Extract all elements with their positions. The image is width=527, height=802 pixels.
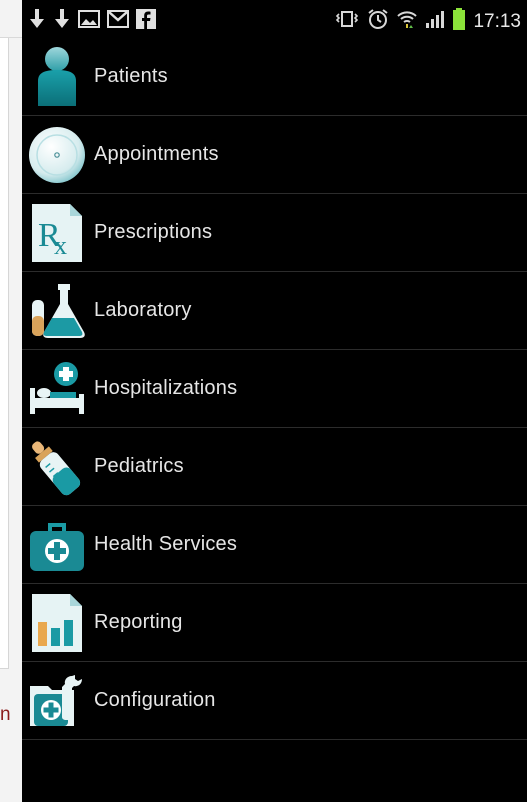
phone-screen: 17:13 Patients Appointments Rx Prescript… xyxy=(22,0,527,802)
alarm-icon xyxy=(367,8,389,35)
lab-flask-icon xyxy=(28,280,86,342)
notification-icons xyxy=(28,9,156,34)
signal-icon xyxy=(425,9,445,34)
main-menu: Patients Appointments Rx Prescriptions L… xyxy=(22,38,527,740)
baby-bottle-icon xyxy=(28,436,86,498)
menu-item-hospitalizations[interactable]: Hospitalizations xyxy=(22,350,527,428)
menu-item-label: Hospitalizations xyxy=(94,377,238,399)
facebook-icon xyxy=(136,9,156,34)
clock-icon xyxy=(28,124,86,186)
medical-kit-icon xyxy=(28,514,86,576)
vibrate-icon xyxy=(335,9,359,34)
svg-text:x: x xyxy=(54,231,67,260)
report-chart-icon xyxy=(28,592,86,654)
patient-icon xyxy=(28,46,86,108)
menu-item-label: Laboratory xyxy=(94,299,192,321)
background-panel xyxy=(0,38,9,669)
clock-time: 17:13 xyxy=(473,10,521,32)
menu-item-label: Health Services xyxy=(94,533,238,555)
menu-item-health-services[interactable]: Health Services xyxy=(22,506,527,584)
menu-item-pediatrics[interactable]: Pediatrics xyxy=(22,428,527,506)
settings-folder-icon xyxy=(28,670,86,732)
battery-icon xyxy=(453,8,466,35)
download-icon xyxy=(28,9,46,34)
menu-item-laboratory[interactable]: Laboratory xyxy=(22,272,527,350)
menu-item-reporting[interactable]: Reporting xyxy=(22,584,527,662)
menu-item-appointments[interactable]: Appointments xyxy=(22,116,527,194)
background-partial-text: n xyxy=(0,704,11,725)
menu-item-label: Configuration xyxy=(94,689,216,711)
menu-item-label: Appointments xyxy=(94,143,219,165)
menu-item-prescriptions[interactable]: Rx Prescriptions xyxy=(22,194,527,272)
menu-item-label: Patients xyxy=(94,65,168,87)
wifi-icon xyxy=(397,9,418,34)
rx-icon: Rx xyxy=(28,202,86,264)
hospital-bed-icon xyxy=(28,358,86,420)
menu-item-label: Reporting xyxy=(94,611,183,633)
menu-item-label: Pediatrics xyxy=(94,455,184,477)
menu-item-patients[interactable]: Patients xyxy=(22,38,527,116)
download-icon xyxy=(53,9,71,34)
status-bar: 17:13 xyxy=(22,0,527,38)
menu-item-label: Prescriptions xyxy=(94,221,213,243)
system-icons: 17:13 xyxy=(335,8,521,35)
gmail-icon xyxy=(107,10,129,33)
menu-item-configuration[interactable]: Configuration xyxy=(22,662,527,740)
gallery-icon xyxy=(78,10,100,33)
